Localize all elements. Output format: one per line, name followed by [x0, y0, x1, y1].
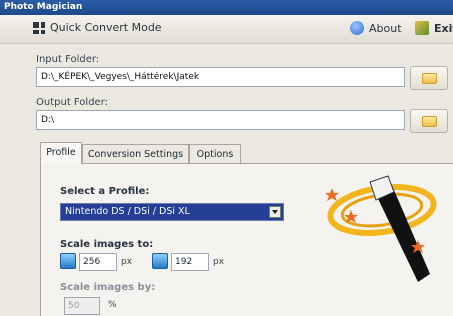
select-profile-label: Select a Profile: [60, 186, 150, 197]
output-folder-field[interactable]: D:\ [36, 110, 405, 130]
width-input[interactable]: 256 [79, 253, 117, 271]
quick-convert-label: Quick Convert Mode [50, 21, 162, 34]
profile-select-value: Nintendo DS / DSi / DSi XL [65, 206, 190, 217]
height-input[interactable]: 192 [171, 253, 209, 271]
tab-conversion-settings[interactable]: Conversion Settings [82, 144, 189, 164]
folder-icon [422, 116, 437, 127]
height-unit: px [213, 257, 225, 267]
scale-to-label: Scale images to: [60, 239, 154, 250]
width-unit: px [121, 257, 133, 267]
scale-by-input[interactable]: 50 [64, 297, 100, 315]
exit-label: Exit [434, 21, 453, 35]
profile-select[interactable]: Nintendo DS / DSi / DSi XL [60, 203, 284, 221]
folder-icon [422, 73, 437, 84]
exit-icon [415, 21, 429, 35]
menu-bar: Quick Convert Mode About Exit [0, 15, 453, 44]
tab-options[interactable]: Options [189, 144, 241, 164]
window-title: Photo Magician [0, 0, 453, 15]
quick-convert-menu[interactable]: Quick Convert Mode [33, 21, 162, 34]
grid-icon [33, 21, 45, 34]
info-icon [350, 21, 364, 35]
input-folder-label: Input Folder: [36, 54, 100, 65]
scale-width-icon [60, 253, 76, 269]
input-browse-button[interactable] [410, 66, 448, 90]
magic-wand-icon [325, 175, 437, 282]
output-folder-label: Output Folder: [36, 97, 109, 108]
about-menu[interactable]: About [350, 21, 402, 35]
percent-unit: % [108, 300, 117, 310]
tab-profile[interactable]: Profile [40, 142, 82, 164]
output-browse-button[interactable] [410, 109, 448, 133]
about-label: About [369, 21, 402, 35]
exit-menu[interactable]: Exit [415, 21, 453, 35]
input-folder-field[interactable]: D:\_KÉPEK\_Vegyes\_Háttérek\Jatek [36, 67, 405, 87]
scale-height-icon [152, 253, 168, 269]
scale-by-label: Scale images by: [60, 282, 156, 293]
chevron-down-icon[interactable] [269, 206, 281, 218]
